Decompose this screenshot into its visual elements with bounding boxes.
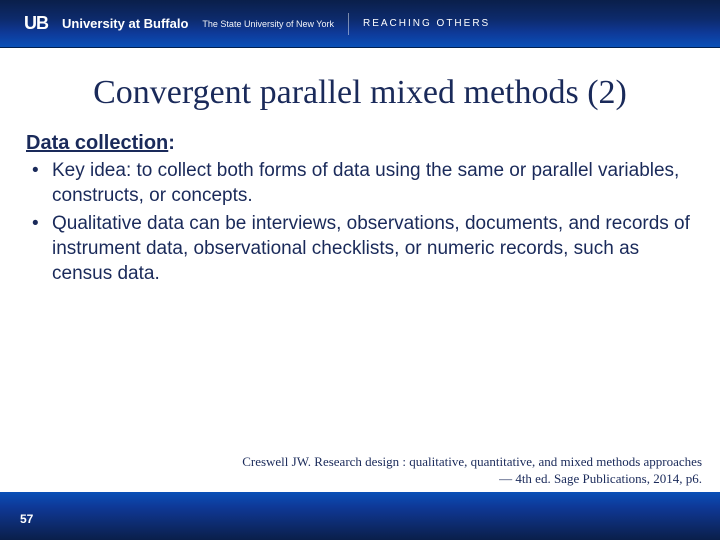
tagline: REACHING OTHERS (363, 18, 490, 29)
section-heading: Data collection (26, 132, 168, 154)
university-system: The State University of New York (202, 19, 334, 29)
header-divider (348, 13, 349, 35)
slide-header: UB University at Buffalo The State Unive… (0, 0, 720, 48)
section-colon: : (168, 132, 175, 154)
logo-mark: UB (18, 11, 54, 36)
list-item: Key idea: to collect both forms of data … (26, 159, 694, 208)
slide-body: Data collection: Key idea: to collect bo… (0, 112, 720, 286)
citation: Creswell JW. Research design : qualitati… (242, 454, 702, 488)
page-number: 57 (20, 512, 33, 526)
citation-line-2: — 4th ed. Sage Publications, 2014, p6. (242, 471, 702, 488)
slide-title: Convergent parallel mixed methods (2) (0, 74, 720, 112)
slide-footer: 57 (0, 492, 720, 540)
list-item: Qualitative data can be interviews, obse… (26, 212, 694, 286)
logo-block: UB University at Buffalo The State Unive… (18, 11, 334, 36)
bullet-list: Key idea: to collect both forms of data … (26, 159, 694, 286)
university-name: University at Buffalo (62, 16, 188, 31)
section-heading-row: Data collection: (26, 132, 694, 155)
citation-line-1: Creswell JW. Research design : qualitati… (242, 454, 702, 471)
